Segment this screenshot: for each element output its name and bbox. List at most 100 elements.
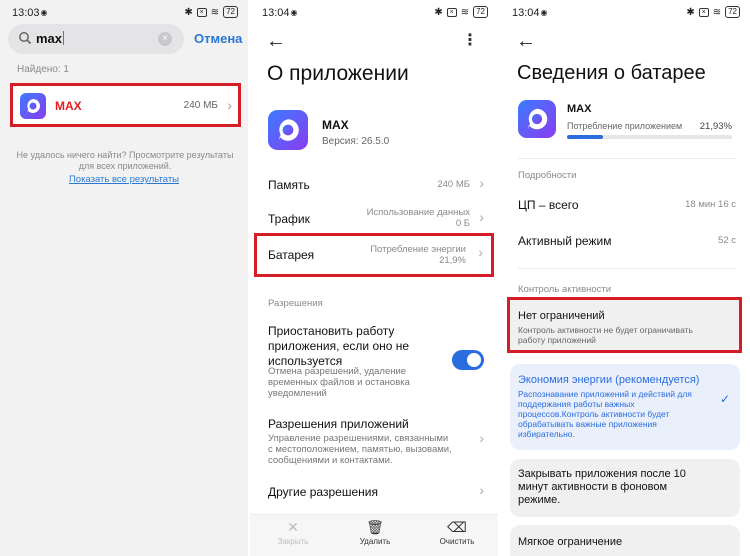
energy-saving-desc: Распознавание приложений и действий для … — [518, 389, 692, 439]
bluetooth-icon: ✱ — [686, 6, 695, 18]
activity-control-header: Контроль активности — [518, 284, 612, 295]
chevron-right-icon: › — [479, 482, 484, 498]
chevron-right-icon: › — [479, 430, 484, 446]
storage-row[interactable]: Память 240 МБ › — [250, 175, 498, 196]
battery-icon: 72 — [473, 6, 488, 18]
cpu-label: ЦП – всего — [518, 198, 579, 212]
clear-data-button[interactable]: ⌫ Очистить — [427, 519, 487, 546]
found-count: Найдено: 1 — [17, 64, 69, 75]
page-title: Сведения о батарее — [517, 62, 706, 84]
close-icon: ✕ — [287, 519, 299, 535]
sim-icon: × — [446, 7, 457, 17]
storage-label: Память — [268, 178, 310, 192]
soft-limit-option[interactable]: Мягкое ограничение — [510, 525, 740, 556]
status-icons: ✱ × ≋ 72 — [184, 6, 238, 18]
force-stop-button[interactable]: ✕ Закрыть — [263, 519, 323, 546]
status-bar: 13:04◉ ✱ × ≋ 72 — [500, 6, 750, 22]
trash-icon: 🗑︎ — [366, 519, 384, 535]
chevron-right-icon: › — [227, 97, 232, 113]
status-bar: 13:03◉ ✱ × ≋ 72 — [0, 6, 248, 22]
usage-progress-fill — [567, 135, 604, 139]
status-bar: 13:04◉ ✱ × ≋ 72 — [250, 6, 498, 22]
pause-title: Приостановить работу приложения, если он… — [268, 324, 410, 368]
no-limits-title: Нет ограничений — [518, 310, 605, 322]
clear-search-button[interactable]: × — [158, 32, 172, 46]
result-size: 240 МБ — [183, 100, 218, 111]
energy-saving-title: Экономия энергии (рекомендуется) — [518, 374, 700, 386]
sim-icon: × — [698, 7, 709, 17]
soft-limit-title: Мягкое ограничение — [518, 536, 623, 548]
details-header: Подробности — [518, 170, 577, 181]
battery-icon: 72 — [223, 6, 238, 18]
app-permissions-desc: Управление разрешениями, связанными с ме… — [268, 433, 452, 466]
other-permissions-label: Другие разрешения — [268, 485, 378, 499]
search-screen: 13:03◉ ✱ × ≋ 72 max × Отмена Найдено: 1 — [0, 0, 248, 556]
usage-label: Потребление приложением — [567, 121, 683, 131]
search-value: max — [36, 31, 65, 46]
divider — [518, 268, 736, 269]
bottom-action-bar: ✕ Закрыть 🗑︎ Удалить ⌫ Очистить — [250, 514, 498, 556]
chevron-right-icon: › — [478, 244, 483, 260]
chevron-right-icon: › — [479, 209, 484, 225]
battery-icon: 72 — [725, 6, 740, 18]
other-permissions-row[interactable]: Другие разрешения › — [250, 482, 498, 503]
max-app-icon — [518, 100, 556, 138]
eraser-icon: ⌫ — [447, 519, 467, 535]
show-all-results-link[interactable]: Показать все результаты — [0, 174, 248, 185]
battery-label: Батарея — [268, 248, 315, 262]
wifi-icon: ≋ — [460, 6, 470, 18]
checkmark-icon: ✓ — [719, 392, 730, 406]
app-version: Версия: 26.5.0 — [322, 136, 390, 147]
close-after-title: Закрывать приложения после 10 минут акти… — [518, 468, 686, 506]
traffic-row[interactable]: Трафик Использование данных 0 Б › — [250, 207, 498, 233]
search-input[interactable]: max × — [8, 24, 184, 54]
battery-info-screen: 13:04◉ ✱ × ≋ 72 ← Сведения о батарее MAX… — [500, 0, 750, 556]
active-mode-value: 52 с — [718, 235, 736, 246]
search-icon — [19, 32, 32, 45]
bluetooth-icon: ✱ — [184, 6, 193, 18]
permissions-header: Разрешения — [268, 298, 323, 309]
usage-percent: 21,93% — [699, 121, 732, 132]
max-app-icon — [20, 93, 46, 119]
close-after-option[interactable]: Закрывать приложения после 10 минут акти… — [510, 459, 740, 517]
status-icons: ✱ × ≋ 72 — [434, 6, 488, 18]
back-arrow-icon[interactable]: ← — [516, 30, 536, 53]
bluetooth-icon: ✱ — [434, 6, 443, 18]
app-info-screen: 13:04◉ ✱ × ≋ 72 ← ⋮ О приложении MAX Вер… — [250, 0, 498, 556]
search-result-max[interactable]: MAX 240 МБ › — [10, 83, 241, 127]
back-arrow-icon[interactable]: ← — [266, 30, 286, 53]
status-time: 13:03◉ — [12, 7, 48, 19]
no-result-text: Не удалось ничего найти? Просмотрите рез… — [16, 150, 234, 171]
pause-toggle[interactable] — [452, 350, 484, 370]
no-limits-desc: Контроль активности не будет ограничиват… — [518, 325, 693, 345]
pause-description: Отмена разрешений, удаление временных фа… — [268, 366, 410, 399]
app-permissions-row[interactable]: Разрешения приложений Управление разреше… — [250, 415, 498, 470]
traffic-value: Использование данных 0 Б — [366, 207, 470, 229]
cpu-row: ЦП – всего 18 мин 16 с — [500, 196, 750, 216]
max-app-icon — [268, 110, 308, 150]
usage-progress-bar — [567, 135, 732, 139]
sim-icon: × — [196, 7, 207, 17]
cancel-button[interactable]: Отмена — [194, 31, 242, 46]
status-time: 13:04◉ — [512, 7, 548, 19]
app-permissions-title: Разрешения приложений — [268, 417, 409, 431]
uninstall-button[interactable]: 🗑︎ Удалить — [345, 519, 405, 546]
no-limits-option[interactable]: Нет ограничений Контроль активности не б… — [507, 297, 742, 353]
app-name: MAX — [567, 103, 592, 115]
result-name: MAX — [55, 99, 82, 113]
divider — [518, 158, 736, 159]
wifi-icon: ≋ — [210, 6, 220, 18]
storage-value: 240 МБ — [437, 179, 470, 190]
chevron-right-icon: › — [479, 175, 484, 191]
page-title: О приложении — [267, 62, 409, 85]
energy-saving-option[interactable]: Экономия энергии (рекомендуется) Распозн… — [510, 364, 740, 450]
battery-value: Потребление энергии 21,9% — [370, 244, 466, 266]
status-icons: ✱ × ≋ 72 — [686, 6, 740, 18]
status-time: 13:04◉ — [262, 7, 298, 19]
app-name: MAX — [322, 118, 349, 132]
traffic-label: Трафик — [268, 212, 310, 226]
wifi-icon: ≋ — [712, 6, 722, 18]
cpu-value: 18 мин 16 с — [685, 199, 736, 210]
battery-row[interactable]: Батарея Потребление энергии 21,9% › — [254, 233, 494, 277]
more-options-icon[interactable]: ⋮ — [462, 30, 478, 50]
